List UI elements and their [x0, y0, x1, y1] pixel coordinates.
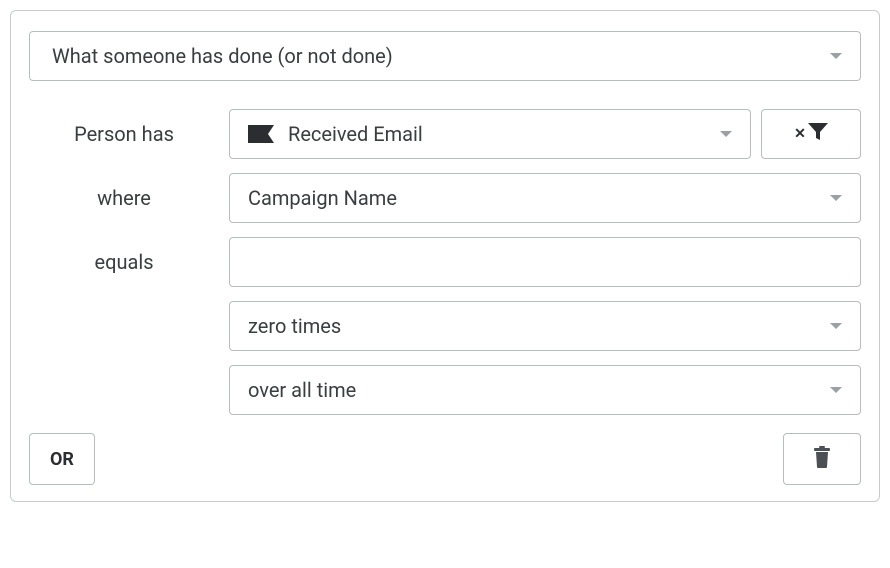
chevron-down-icon [830, 387, 842, 393]
x-icon: ✕ [794, 127, 806, 141]
or-button-label: OR [50, 449, 74, 470]
frequency-select[interactable]: zero times [229, 301, 861, 351]
chevron-down-icon [830, 195, 842, 201]
metric-value: Received Email [288, 122, 423, 146]
timeframe-value: over all time [248, 378, 356, 402]
timeframe-select[interactable]: over all time [229, 365, 861, 415]
row-equals: equals [29, 237, 861, 287]
label-where: where [29, 186, 229, 210]
metric-select[interactable]: Received Email [229, 109, 751, 159]
chevron-down-icon [720, 131, 732, 137]
row-where: where Campaign Name [29, 173, 861, 223]
panel-footer: OR [29, 433, 861, 485]
row-frequency: zero times [29, 301, 861, 351]
trash-icon [813, 446, 831, 472]
chevron-down-icon [830, 323, 842, 329]
where-select[interactable]: Campaign Name [229, 173, 861, 223]
chevron-down-icon [830, 53, 842, 59]
where-value: Campaign Name [248, 186, 397, 210]
condition-panel: What someone has done (or not done) Pers… [10, 10, 880, 502]
equals-input[interactable] [229, 237, 861, 287]
funnel-icon [808, 123, 828, 145]
row-timeframe: over all time [29, 365, 861, 415]
row-person-has: Person has Received Email ✕ [29, 109, 861, 159]
frequency-value: zero times [248, 314, 341, 338]
condition-type-select[interactable]: What someone has done (or not done) [29, 31, 861, 81]
delete-button[interactable] [783, 433, 861, 485]
remove-filter-button[interactable]: ✕ [761, 109, 861, 159]
or-button[interactable]: OR [29, 433, 95, 485]
condition-type-label: What someone has done (or not done) [52, 44, 393, 68]
label-person-has: Person has [29, 122, 229, 146]
label-equals: equals [29, 250, 229, 274]
flag-icon [248, 125, 274, 143]
